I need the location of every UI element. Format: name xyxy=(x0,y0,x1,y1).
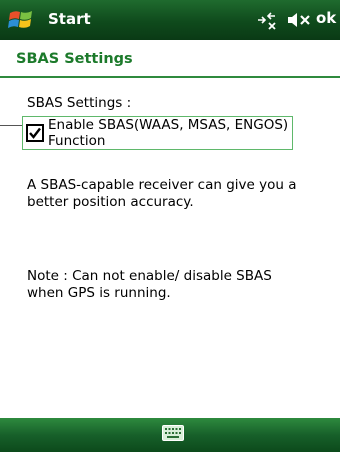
page-title: SBAS Settings xyxy=(16,51,133,67)
connectivity-icon[interactable] xyxy=(255,10,279,30)
windows-flag-icon[interactable] xyxy=(7,6,35,34)
checkbox-label[interactable]: Enable SBAS(WAAS, MSAS, ENGOS) xyxy=(48,117,288,134)
soft-key-bar xyxy=(0,418,340,452)
note-text: Note : Can not enable/ disable SBAS xyxy=(27,268,272,284)
speaker-muted-icon[interactable] xyxy=(286,11,312,29)
header-divider xyxy=(0,76,340,78)
page-header: SBAS Settings xyxy=(0,40,340,78)
ok-button[interactable]: ok xyxy=(316,9,336,27)
enable-sbas-checkbox[interactable] xyxy=(26,124,44,142)
note-text-continued: when GPS is running. xyxy=(27,285,171,301)
title-bar: Start ok xyxy=(0,0,340,40)
start-button[interactable]: Start xyxy=(48,10,91,28)
checkbox-label-continued[interactable]: Function xyxy=(48,133,105,150)
scroll-indicator-line xyxy=(0,125,22,126)
section-label: SBAS Settings : xyxy=(27,95,132,111)
checkmark-icon xyxy=(29,127,41,139)
keyboard-icon[interactable] xyxy=(162,425,184,441)
info-text-continued: better position accuracy. xyxy=(27,194,194,210)
info-text: A SBAS-capable receiver can give you a xyxy=(27,177,297,193)
